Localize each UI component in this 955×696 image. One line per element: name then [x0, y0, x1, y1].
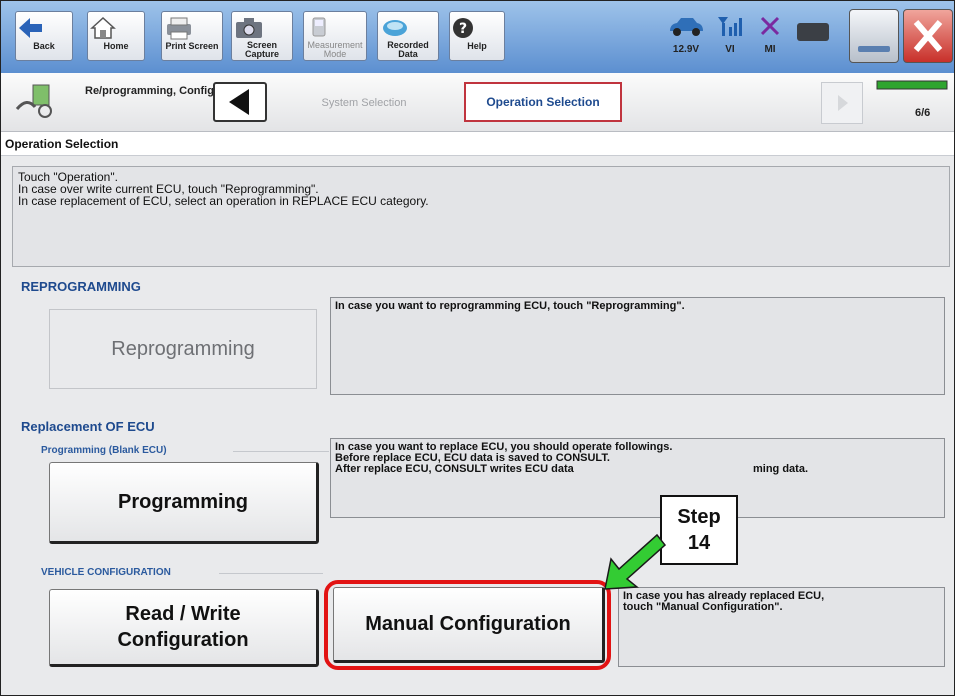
programming-desc-line: ming data. — [753, 463, 809, 475]
vehicle-configuration-label: VEHICLE CONFIGURATION — [41, 567, 171, 578]
programming-button[interactable]: Programming — [49, 462, 319, 544]
section-title: Operation Selection — [1, 132, 954, 156]
print-screen-label: Print Screen — [165, 41, 219, 51]
vi-status: VI — [713, 15, 747, 55]
help-label: Help — [467, 41, 487, 51]
highlight-ring — [324, 580, 611, 670]
home-icon — [90, 16, 116, 39]
minimize-icon — [858, 46, 890, 52]
replacement-header: Replacement OF ECU — [21, 419, 155, 434]
programming-group-label: Programming (Blank ECU) — [41, 445, 167, 456]
print-screen-button[interactable]: Print Screen — [161, 11, 223, 61]
nav-back-button[interactable] — [213, 82, 267, 122]
recorded-data-label: Recorded Data — [387, 40, 429, 59]
nav-forward-button[interactable] — [821, 82, 863, 124]
manual-desc-line: touch "Manual Configuration". — [623, 601, 783, 613]
vi-label: VI — [725, 44, 735, 55]
screen-capture-button[interactable]: Screen Capture — [231, 11, 293, 61]
instruction-line: In case replacement of ECU, select an op… — [18, 194, 429, 208]
battery-icon — [797, 23, 829, 41]
group-divider — [233, 451, 329, 452]
programming-description: In case you want to replace ECU, you sho… — [330, 438, 945, 518]
callout-line: 14 — [687, 532, 711, 554]
navigation-bar: Re/programming, Configuration System Sel… — [1, 73, 954, 132]
breadcrumb-system-selection[interactable]: System Selection — [289, 89, 439, 117]
mi-status: MI — [753, 15, 787, 55]
reprogramming-header: REPROGRAMMING — [21, 279, 141, 294]
progress-bar-icon — [876, 80, 948, 90]
svg-text:?: ? — [459, 21, 467, 37]
read-write-configuration-button[interactable]: Read / Write Configuration — [49, 589, 319, 667]
programming-desc-row: After replace ECU, CONSULT writes ECU da… — [335, 464, 940, 475]
read-write-label-line: Configuration — [117, 629, 249, 651]
reprogramming-description: In case you want to reprogramming ECU, t… — [330, 297, 945, 395]
minimize-button[interactable] — [849, 9, 899, 63]
battery-status: 12.9V — [665, 15, 707, 55]
close-button[interactable] — [903, 9, 953, 63]
app-window: Back Home Print Screen Screen Capture Me… — [0, 0, 955, 696]
right-triangle-icon — [838, 95, 848, 111]
manual-configuration-description: In case you has already replaced ECU, to… — [618, 587, 945, 667]
programming-desc-line: After replace ECU, CONSULT writes ECU da… — [335, 463, 574, 475]
camera-icon — [236, 18, 262, 38]
screen-capture-label: Screen Capture — [244, 40, 279, 59]
left-triangle-icon — [229, 89, 249, 115]
group-divider — [219, 573, 323, 574]
read-write-label-line: Read / Write — [125, 603, 241, 625]
close-icon — [913, 20, 943, 52]
printer-icon — [167, 17, 191, 40]
measurement-mode-label: Measurement Mode — [307, 40, 363, 59]
top-toolbar: Back Home Print Screen Screen Capture Me… — [1, 1, 954, 73]
page-indicator: 6/6 — [871, 77, 951, 127]
home-label: Home — [103, 41, 129, 51]
home-button[interactable]: Home — [87, 11, 145, 61]
disconnected-x-icon — [760, 16, 780, 36]
signal-icon — [718, 17, 742, 36]
page-number: 6/6 — [915, 107, 931, 119]
back-label: Back — [33, 41, 55, 51]
meter-icon — [312, 17, 326, 37]
back-arrow-icon — [19, 18, 42, 38]
recorded-data-button[interactable]: Recorded Data — [377, 11, 439, 61]
green-arrow-icon — [604, 533, 667, 590]
help-icon: ? — [453, 18, 473, 38]
battery-voltage: 12.9V — [672, 44, 700, 55]
help-button[interactable]: ? Help — [449, 11, 505, 61]
instructions-box: Touch "Operation". In case over write cu… — [12, 166, 950, 267]
recorded-data-icon — [383, 20, 407, 36]
reprogramming-button[interactable]: Reprogramming — [49, 309, 317, 389]
mi-label: MI — [764, 44, 776, 55]
breadcrumb-operation-selection[interactable]: Operation Selection — [464, 82, 622, 122]
back-button[interactable]: Back — [15, 11, 73, 61]
car-icon — [670, 18, 703, 36]
measurement-mode-button[interactable]: Measurement Mode — [303, 11, 367, 61]
step-callout: Step 14 — [660, 495, 738, 565]
reprogramming-icon — [15, 84, 52, 118]
callout-line: Step — [677, 506, 721, 528]
